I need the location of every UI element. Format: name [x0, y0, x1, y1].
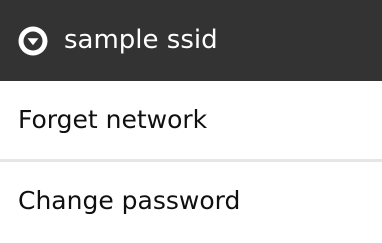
dropdown-arrow-icon [18, 26, 48, 56]
dialog-title-bar: sample ssid [0, 0, 382, 81]
change-password-label: Change password [18, 186, 241, 215]
change-password-option[interactable]: Change password [0, 162, 382, 240]
dialog-title: sample ssid [64, 24, 218, 55]
network-options-menu: Forget network Change password [0, 81, 382, 243]
forget-network-label: Forget network [18, 105, 208, 134]
context-menu-dialog: sample ssid Forget network Change passwo… [0, 0, 382, 243]
forget-network-option[interactable]: Forget network [0, 81, 382, 159]
